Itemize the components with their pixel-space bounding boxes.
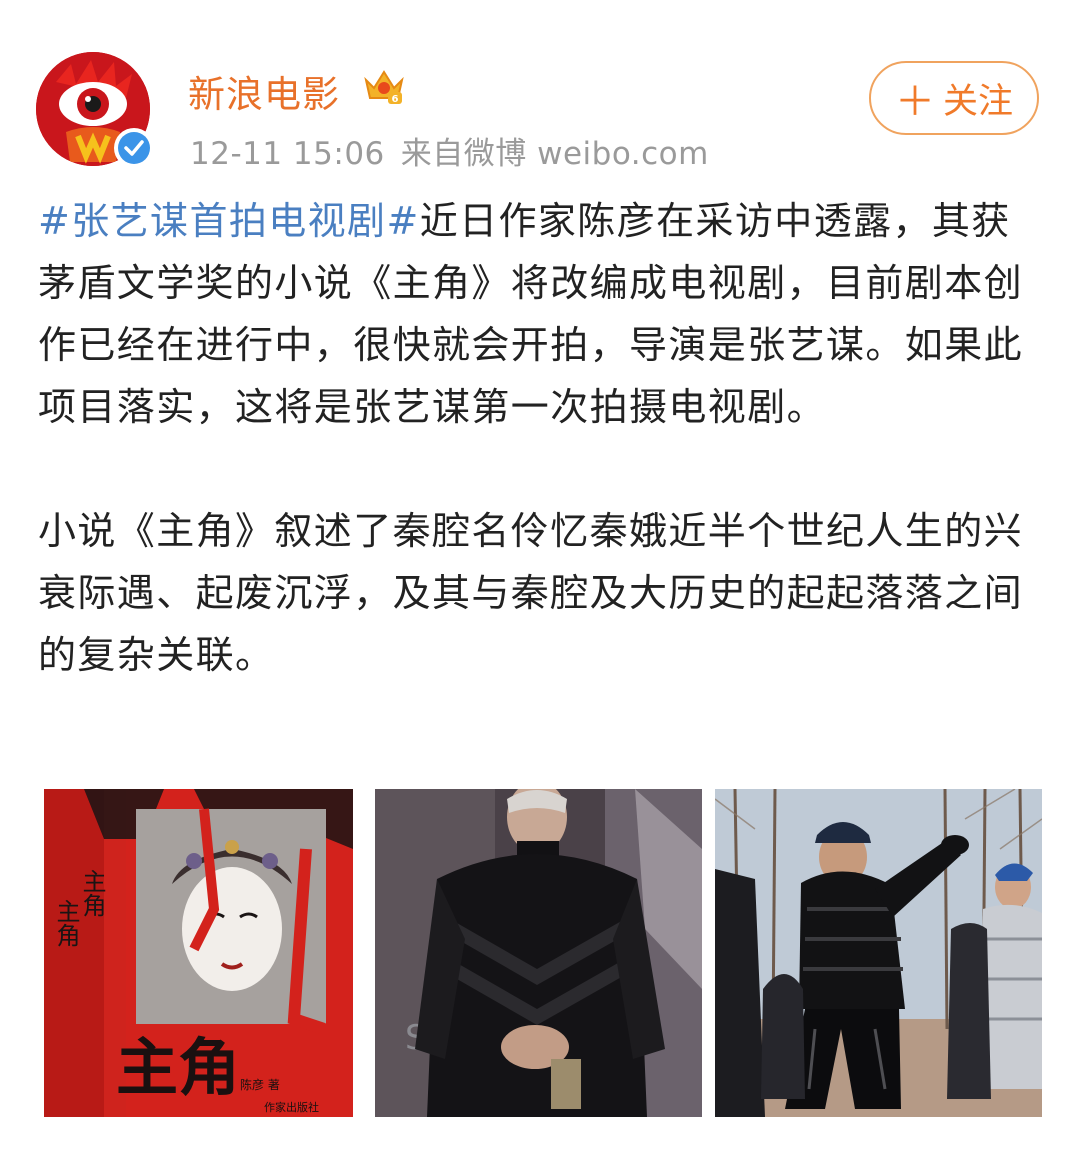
svg-text:6: 6	[392, 94, 399, 105]
username[interactable]: 新浪电影	[188, 64, 340, 118]
crown-icon[interactable]: 6	[362, 66, 406, 106]
verified-badge	[114, 128, 154, 168]
post-source[interactable]: 来自微博 weibo.com	[401, 136, 709, 172]
book-author: 陈彦 著	[240, 1077, 280, 1092]
post-timestamp: 12-11 15:06	[190, 136, 385, 172]
post-paragraph-1: #张艺谋首拍电视剧#近日作家陈彦在采访中透露，其获茅盾文学奖的小说《主角》将改编…	[38, 190, 1048, 438]
post-paragraph-2: 小说《主角》叙述了秦腔名伶忆秦娥近半个世纪人生的兴衰际遇、起废沉浮，及其与秦腔及…	[38, 509, 1024, 677]
plus-icon: ＋	[894, 79, 935, 125]
book-spine-text-1: 主角	[52, 899, 80, 947]
post-body: #张艺谋首拍电视剧#近日作家陈彦在采访中透露，其获茅盾文学奖的小说《主角》将改编…	[38, 190, 1048, 686]
verified-check-icon	[118, 132, 150, 164]
post-meta: 12-11 15:06 来自微博 weibo.com	[190, 128, 725, 173]
book-publisher: 作家出版社	[264, 1100, 319, 1114]
book-title: 主角	[116, 1031, 240, 1104]
hashtag-link[interactable]: #张艺谋首拍电视剧#	[38, 199, 420, 243]
post-images: 主角 主角 主角 陈彦 著 作家出版社 SE	[44, 789, 1044, 1117]
follow-label: 关注	[942, 81, 1013, 122]
post-header: 新浪电影 6 12-11 15:06 来自微博 weibo.com ＋ 关注	[0, 0, 1079, 180]
follow-button[interactable]: ＋ 关注	[869, 61, 1039, 135]
post-image-portrait[interactable]: SE	[375, 789, 702, 1117]
book-spine-text-2: 主角	[78, 869, 106, 917]
post-image-filming[interactable]	[715, 789, 1042, 1117]
post-image-book-cover[interactable]: 主角 主角 主角 陈彦 著 作家出版社	[44, 789, 353, 1117]
